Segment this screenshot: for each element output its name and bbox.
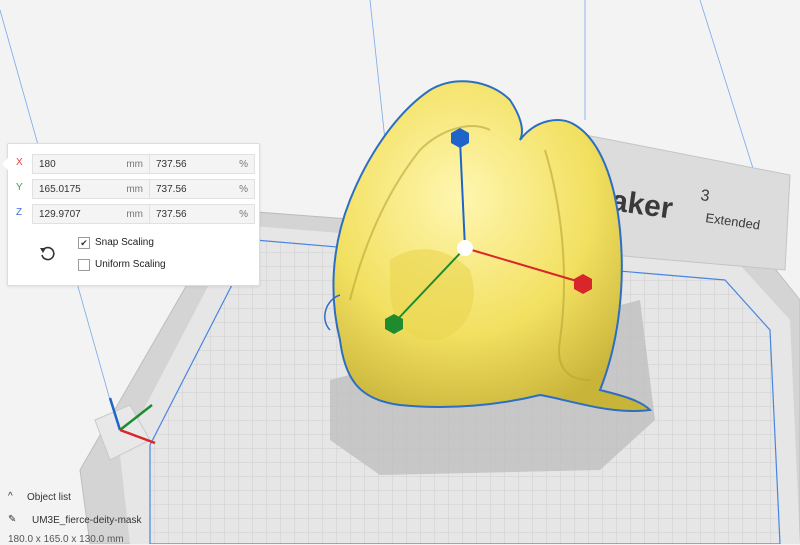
x-size-unit: mm xyxy=(126,159,143,170)
scale-tool-panel: X 180 mm 737.56 % Y 165.0175 mm 737.56 %… xyxy=(2,143,260,286)
scale-row-z: Z 129.9707 mm 737.56 % xyxy=(16,204,256,224)
snap-scaling-checkbox[interactable]: ✔ xyxy=(78,237,90,249)
y-size-value: 165.0175 xyxy=(39,184,81,195)
x-size-input[interactable]: 180 mm xyxy=(32,154,150,174)
z-size-unit: mm xyxy=(126,209,143,220)
scale-row-x: X 180 mm 737.56 % xyxy=(16,154,256,174)
axis-label-y: Y xyxy=(16,182,23,193)
axis-label-z: Z xyxy=(16,207,23,218)
y-size-unit: mm xyxy=(126,184,143,195)
object-list-area: ^ Object list ✎ UM3E_fierce-deity-mask 1… xyxy=(0,486,260,545)
model-mask[interactable] xyxy=(324,80,653,412)
snap-scaling-label[interactable]: Snap Scaling xyxy=(95,237,154,248)
uniform-scaling-checkbox[interactable] xyxy=(78,259,90,271)
z-percent-unit: % xyxy=(239,209,248,220)
pencil-icon[interactable]: ✎ xyxy=(8,514,16,525)
panel-pointer xyxy=(2,158,8,170)
z-size-value: 129.9707 xyxy=(39,209,81,220)
gizmo-center xyxy=(457,240,473,256)
y-size-input[interactable]: 165.0175 mm xyxy=(32,179,150,199)
y-percent-input[interactable]: 737.56 % xyxy=(149,179,255,199)
z-percent-input[interactable]: 737.56 % xyxy=(149,204,255,224)
x-percent-input[interactable]: 737.56 % xyxy=(149,154,255,174)
reset-icon[interactable] xyxy=(38,244,56,262)
object-name[interactable]: UM3E_fierce-deity-mask xyxy=(32,515,141,526)
chevron-up-icon[interactable]: ^ xyxy=(8,491,13,502)
y-percent-value: 737.56 xyxy=(156,184,187,195)
scale-row-y: Y 165.0175 mm 737.56 % xyxy=(16,179,256,199)
z-percent-value: 737.56 xyxy=(156,209,187,220)
object-list-toggle[interactable]: Object list xyxy=(27,492,71,503)
x-percent-value: 737.56 xyxy=(156,159,187,170)
z-size-input[interactable]: 129.9707 mm xyxy=(32,204,150,224)
axis-label-x: X xyxy=(16,157,23,168)
uniform-scaling-label[interactable]: Uniform Scaling xyxy=(95,259,166,270)
object-dimensions: 180.0 x 165.0 x 130.0 mm xyxy=(8,534,124,545)
y-percent-unit: % xyxy=(239,184,248,195)
x-size-value: 180 xyxy=(39,159,56,170)
x-percent-unit: % xyxy=(239,159,248,170)
